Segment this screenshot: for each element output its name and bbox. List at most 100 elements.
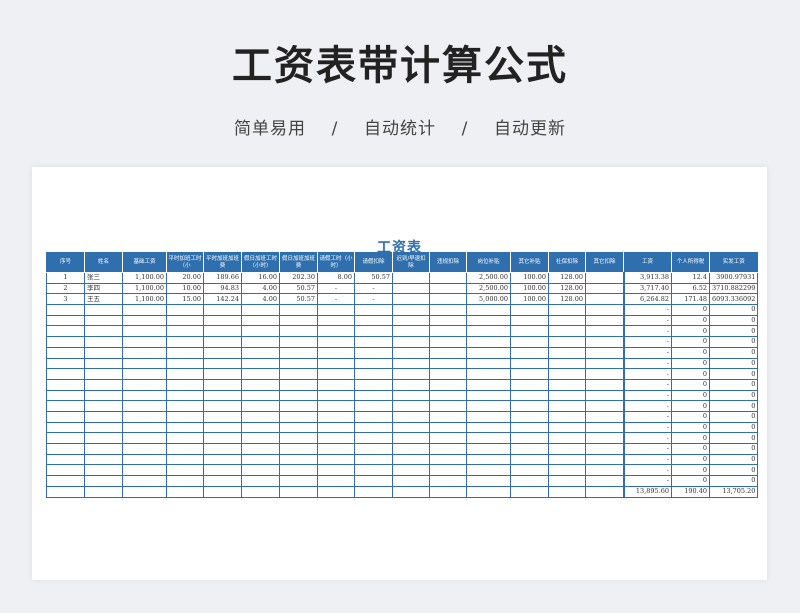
table-cell[interactable] (510, 368, 549, 380)
table-cell[interactable]: - (622, 475, 672, 487)
table-cell[interactable] (203, 336, 242, 348)
table-cell[interactable]: 202.30 (279, 272, 318, 284)
table-cell[interactable] (548, 475, 586, 487)
table-cell[interactable] (279, 325, 318, 338)
table-cell[interactable]: 20.00 (166, 272, 204, 284)
table-cell[interactable] (392, 485, 430, 498)
table-cell[interactable]: - (354, 282, 393, 295)
table-cell[interactable]: 0 (708, 389, 759, 402)
table-cell[interactable] (510, 432, 549, 444)
table-cell[interactable] (548, 368, 586, 380)
table-cell[interactable]: - (622, 304, 672, 316)
table-cell[interactable]: 0 (671, 475, 710, 487)
table-cell[interactable] (354, 357, 393, 370)
table-cell[interactable] (203, 314, 242, 327)
table-cell[interactable] (585, 325, 624, 338)
table-cell[interactable] (84, 443, 123, 455)
table-cell[interactable] (548, 400, 586, 412)
table-cell[interactable] (548, 357, 586, 370)
table-cell[interactable] (510, 485, 549, 498)
table-cell[interactable]: 0 (708, 346, 759, 359)
table-cell[interactable] (122, 475, 167, 487)
table-cell[interactable] (510, 410, 549, 423)
table-cell[interactable] (166, 378, 204, 391)
table-cell[interactable] (354, 485, 393, 498)
table-cell[interactable] (429, 432, 467, 444)
table-cell[interactable] (84, 400, 123, 412)
table-cell[interactable] (122, 400, 167, 412)
table-cell[interactable] (466, 432, 511, 444)
table-cell[interactable]: 15.00 (166, 293, 204, 306)
table-cell[interactable] (46, 475, 85, 487)
table-cell[interactable]: 50.57 (279, 293, 318, 306)
table-cell[interactable] (429, 475, 467, 487)
table-cell[interactable] (429, 464, 467, 477)
table-cell[interactable] (84, 346, 123, 359)
table-cell[interactable]: 16.00 (241, 272, 280, 284)
table-cell[interactable] (354, 304, 393, 316)
table-cell[interactable] (46, 464, 85, 477)
table-cell[interactable] (122, 346, 167, 359)
table-cell[interactable] (510, 453, 549, 466)
table-cell[interactable]: 128.00 (548, 293, 586, 306)
table-cell[interactable] (279, 421, 318, 434)
table-cell[interactable]: 0 (671, 314, 710, 327)
table-cell[interactable] (84, 421, 123, 434)
table-cell[interactable] (46, 368, 85, 380)
table-cell[interactable]: - (622, 346, 672, 359)
table-cell[interactable] (122, 304, 167, 316)
table-cell[interactable] (466, 400, 511, 412)
table-cell[interactable] (241, 336, 280, 348)
table-cell[interactable] (279, 410, 318, 423)
table-cell[interactable] (279, 368, 318, 380)
table-cell[interactable] (429, 272, 467, 284)
table-cell[interactable]: - (317, 293, 355, 306)
table-cell[interactable] (84, 325, 123, 338)
table-cell[interactable] (84, 464, 123, 477)
table-cell[interactable]: 190.40 (671, 485, 710, 498)
table-cell[interactable]: - (622, 368, 672, 380)
table-cell[interactable] (84, 368, 123, 380)
table-cell[interactable]: 0 (671, 432, 710, 444)
table-cell[interactable] (203, 421, 242, 434)
table-cell[interactable]: - (622, 410, 672, 423)
table-cell[interactable] (510, 378, 549, 391)
table-cell[interactable]: 3710.882299 (708, 282, 759, 295)
table-cell[interactable] (466, 325, 511, 338)
table-cell[interactable] (203, 475, 242, 487)
table-cell[interactable] (203, 443, 242, 455)
table-cell[interactable] (203, 410, 242, 423)
table-cell[interactable]: 0 (708, 432, 759, 444)
table-cell[interactable] (317, 389, 355, 402)
table-cell[interactable] (279, 346, 318, 359)
table-cell[interactable] (354, 368, 393, 380)
table-cell[interactable] (279, 400, 318, 412)
table-cell[interactable] (585, 357, 624, 370)
table-cell[interactable] (354, 314, 393, 327)
table-cell[interactable] (122, 325, 167, 338)
table-cell[interactable] (46, 485, 85, 498)
table-cell[interactable] (510, 357, 549, 370)
table-cell[interactable] (46, 346, 85, 359)
table-cell[interactable]: 0 (708, 378, 759, 391)
table-cell[interactable] (241, 325, 280, 338)
table-cell[interactable]: 0 (671, 453, 710, 466)
table-cell[interactable] (392, 453, 430, 466)
table-cell[interactable] (354, 464, 393, 477)
table-cell[interactable] (46, 325, 85, 338)
table-cell[interactable] (466, 410, 511, 423)
table-cell[interactable]: 13,895.60 (622, 485, 672, 498)
table-cell[interactable] (84, 314, 123, 327)
table-cell[interactable] (241, 389, 280, 402)
table-cell[interactable]: 0 (708, 410, 759, 423)
table-cell[interactable] (279, 443, 318, 455)
table-cell[interactable]: 50.57 (354, 272, 393, 284)
table-cell[interactable] (84, 453, 123, 466)
table-cell[interactable] (466, 464, 511, 477)
table-cell[interactable] (166, 325, 204, 338)
table-cell[interactable] (46, 304, 85, 316)
table-cell[interactable] (241, 432, 280, 444)
table-cell[interactable]: 0 (671, 336, 710, 348)
table-cell[interactable] (166, 432, 204, 444)
table-cell[interactable] (585, 368, 624, 380)
